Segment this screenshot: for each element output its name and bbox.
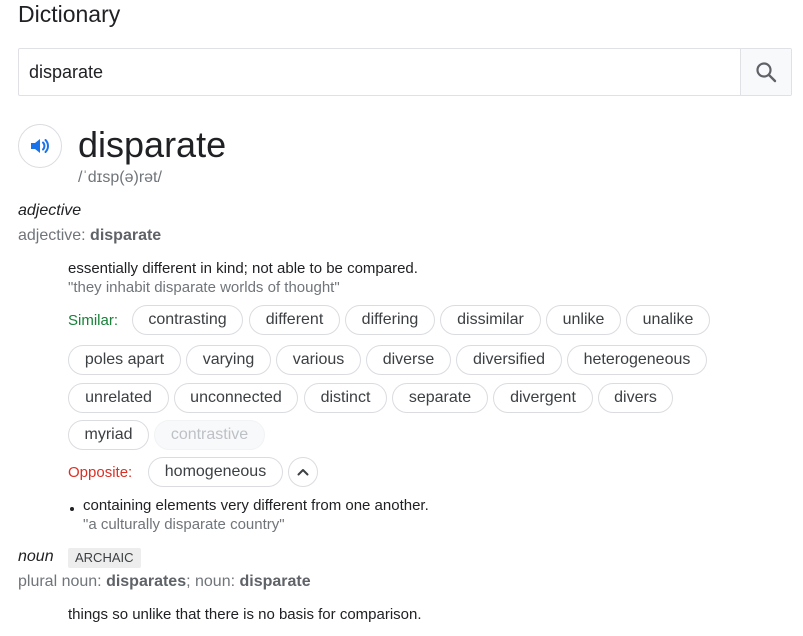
part-of-speech-noun: noun (18, 548, 54, 565)
register-tag: ARCHAIC (68, 548, 141, 568)
forms-label: plural noun: (18, 573, 107, 590)
pronunciation-button[interactable] (18, 124, 62, 168)
app-title: Dictionary (18, 1, 121, 27)
synonym-chip[interactable]: heterogeneous (567, 345, 707, 375)
opposite-label: Opposite: (68, 464, 133, 481)
speaker-icon (31, 139, 49, 153)
synonym-chip[interactable]: unconnected (174, 383, 298, 413)
adjective-forms: adjective: disparate (18, 227, 161, 245)
chevron-up-icon (297, 469, 309, 476)
synonym-chip[interactable]: myriad (68, 420, 149, 450)
synonym-chip[interactable]: varying (186, 345, 271, 375)
synonym-chip[interactable]: contrasting (132, 305, 243, 335)
synonym-chip[interactable]: distinct (304, 383, 387, 413)
synonym-chip[interactable]: diverse (366, 345, 451, 375)
search-icon (756, 62, 777, 83)
definition-1: essentially different in kind; not able … (68, 260, 418, 277)
antonym-chip[interactable]: homogeneous (148, 457, 283, 487)
synonym-chip[interactable]: different (249, 305, 340, 335)
example-2: "a culturally disparate country" (83, 516, 285, 533)
synonym-chip[interactable]: unlike (546, 305, 621, 335)
search-input[interactable] (19, 49, 740, 95)
synonym-chip[interactable]: unalike (626, 305, 710, 335)
search-button[interactable] (740, 49, 791, 95)
forms-word: disparates (106, 573, 187, 590)
synonym-chip[interactable]: dissimilar (440, 305, 541, 335)
similar-label: Similar: (68, 312, 119, 329)
search-box (18, 48, 792, 96)
headword: disparate (78, 124, 227, 165)
noun-forms: plural noun: disparates; noun: disparate (18, 573, 311, 591)
example-1: "they inhabit disparate worlds of though… (68, 279, 340, 296)
noun-definition-1: things so unlike that there is no basis … (68, 606, 422, 623)
forms-word: disparate (90, 227, 162, 244)
synonym-chip[interactable]: various (276, 345, 361, 375)
synonym-chip[interactable]: poles apart (68, 345, 181, 375)
synonym-chip[interactable]: diversified (456, 345, 562, 375)
synonym-chip-faded[interactable]: contrastive (154, 420, 265, 450)
forms-label: adjective: (18, 227, 91, 244)
phonetic-spelling: /ˈdɪsp(ə)rət/ (78, 169, 162, 186)
forms-separator: ; noun: (186, 573, 240, 590)
definition-bullet (70, 507, 74, 511)
synonym-chip[interactable]: divergent (493, 383, 593, 413)
synonym-chip[interactable]: differing (345, 305, 435, 335)
definition-2: containing elements very different from … (83, 497, 429, 514)
synonym-chip[interactable]: separate (392, 383, 488, 413)
part-of-speech-adjective: adjective (18, 202, 82, 219)
forms-word: disparate (239, 573, 311, 590)
synonym-chip[interactable]: divers (598, 383, 673, 413)
synonym-chip[interactable]: unrelated (68, 383, 169, 413)
collapse-button[interactable] (288, 457, 318, 487)
